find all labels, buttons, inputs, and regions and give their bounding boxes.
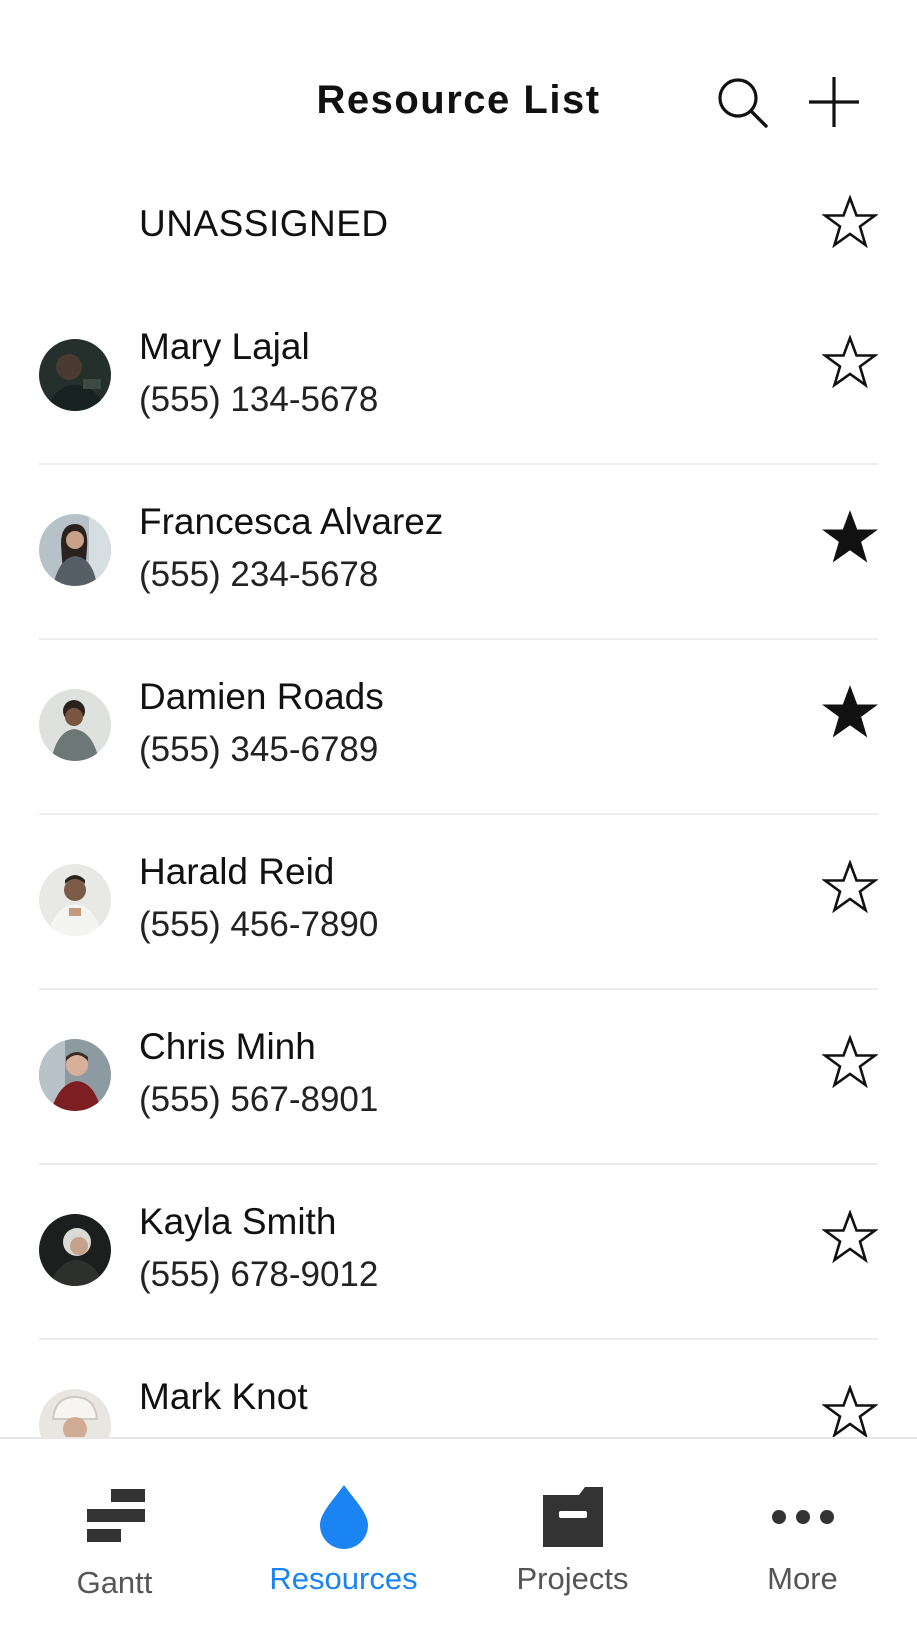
tab-label: Gantt xyxy=(76,1565,153,1600)
add-icon[interactable] xyxy=(806,74,862,130)
avatar xyxy=(39,1214,111,1286)
tab-label: More xyxy=(767,1561,838,1596)
resource-name: Chris Minh xyxy=(139,1026,316,1067)
resource-list[interactable]: UNASSIGNED Mary Lajal (555) 134-5678 Fra… xyxy=(0,160,917,1437)
tab-label: Resources xyxy=(269,1561,418,1596)
star-icon[interactable] xyxy=(822,1210,878,1266)
resource-phone: (555) 567-8901 xyxy=(139,1080,379,1119)
more-dots-icon xyxy=(767,1481,839,1553)
list-item[interactable]: Chris Minh (555) 567-8901 xyxy=(0,990,917,1165)
gantt-icon xyxy=(79,1481,151,1553)
resource-phone: (555) 234-5678 xyxy=(139,555,379,594)
avatar xyxy=(39,864,111,936)
list-item[interactable]: Damien Roads (555) 345-6789 xyxy=(0,640,917,815)
unassigned-row[interactable]: UNASSIGNED xyxy=(0,160,917,290)
unassigned-label: UNASSIGNED xyxy=(139,203,389,244)
star-icon[interactable] xyxy=(822,195,878,251)
tab-gantt[interactable]: Gantt xyxy=(0,1439,229,1632)
list-item[interactable]: Mary Lajal (555) 134-5678 xyxy=(0,290,917,465)
resource-name: Mark Knot xyxy=(139,1376,308,1417)
resource-name: Kayla Smith xyxy=(139,1201,337,1242)
resource-phone: (555) 134-5678 xyxy=(139,380,379,419)
star-icon[interactable] xyxy=(822,860,878,916)
star-filled-icon[interactable] xyxy=(822,510,878,566)
tab-more[interactable]: More xyxy=(688,1439,917,1632)
star-icon[interactable] xyxy=(822,1385,878,1437)
water-drop-icon xyxy=(308,1481,380,1553)
list-item[interactable]: Francesca Alvarez (555) 234-5678 xyxy=(0,465,917,640)
star-filled-icon[interactable] xyxy=(822,685,878,741)
tab-projects[interactable]: Projects xyxy=(458,1439,687,1632)
page-title: Resource List xyxy=(316,78,601,122)
resource-phone: (555) 345-6789 xyxy=(139,730,379,769)
resource-name: Harald Reid xyxy=(139,851,335,892)
tab-resources[interactable]: Resources xyxy=(229,1439,458,1632)
avatar xyxy=(39,514,111,586)
avatar xyxy=(39,1389,111,1437)
star-icon[interactable] xyxy=(822,1035,878,1091)
search-icon[interactable] xyxy=(714,74,770,130)
resource-phone: (555) 678-9012 xyxy=(139,1255,379,1294)
list-item[interactable]: Mark Knot xyxy=(0,1340,917,1437)
folder-icon xyxy=(537,1481,609,1553)
resource-name: Mary Lajal xyxy=(139,326,310,367)
avatar xyxy=(39,339,111,411)
list-item[interactable]: Harald Reid (555) 456-7890 xyxy=(0,815,917,990)
star-icon[interactable] xyxy=(822,335,878,391)
avatar xyxy=(39,1039,111,1111)
resource-phone: (555) 456-7890 xyxy=(139,905,379,944)
resource-name: Francesca Alvarez xyxy=(139,501,444,542)
list-item[interactable]: Kayla Smith (555) 678-9012 xyxy=(0,1165,917,1340)
bottom-tab-bar: Gantt Resources Projects More xyxy=(0,1437,917,1632)
avatar xyxy=(39,689,111,761)
app-header: Resource List xyxy=(0,0,917,160)
resource-name: Damien Roads xyxy=(139,676,384,717)
tab-label: Projects xyxy=(516,1561,629,1596)
